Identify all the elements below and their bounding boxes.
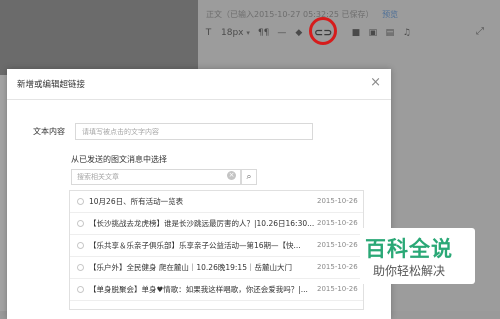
editor-toolbar: T 18px ▾ ¶¶ — ◆ ■ ▣ ▤ ♫: [204, 26, 411, 40]
music-icon[interactable]: ♫: [402, 28, 411, 38]
article-list: 10月26日、所有活动一览表 2015-10-26 【长沙挑战去龙虎榜】谁是长沙…: [69, 190, 364, 310]
watermark-subtitle: 助你轻松解决: [373, 264, 446, 278]
gallery-icon[interactable]: ▤: [385, 28, 395, 38]
chevron-down-icon: ▾: [246, 29, 250, 37]
clear-icon[interactable]: ×: [227, 171, 236, 180]
radio-button[interactable]: [77, 198, 84, 205]
link-text-input[interactable]: 请填写被点击的文字内容: [75, 123, 313, 140]
expand-icon[interactable]: ⤢: [476, 26, 484, 37]
search-button[interactable]: ⌕: [241, 169, 257, 185]
article-date: 2015-10-26: [317, 263, 358, 271]
list-item[interactable]: 【乐户外】全民健身 爬在麓山｜10.26晚19:15｜岳麓山大门 2015-10…: [70, 257, 363, 279]
radio-button[interactable]: [77, 264, 84, 271]
radio-button[interactable]: [77, 286, 84, 293]
status-text: 正文（已输入2015-10-27 05:32:25 已保存）: [206, 10, 374, 19]
article-title: 【乐共享＆乐亲子俱乐部】乐享亲子公益活动—第16期—【快...: [89, 241, 301, 250]
dialog-title: 新增或编辑超链接: [17, 80, 86, 90]
image-icon[interactable]: ▣: [368, 28, 378, 38]
font-size-select[interactable]: 18px ▾: [221, 28, 250, 38]
hyperlink-dialog: 新增或编辑超链接 × 文本内容 请填写被点击的文字内容 从已发送的图文消息中选择…: [7, 69, 391, 319]
font-size-value: 18px: [221, 28, 244, 38]
article-title: 【乐户外】全民健身 爬在麓山｜10.26晚19:15｜岳麓山大门: [89, 263, 292, 272]
eraser-icon[interactable]: ◆: [294, 28, 303, 38]
watermark-title: 百科全说: [365, 237, 453, 261]
editor-status: 正文（已输入2015-10-27 05:32:25 已保存） 预览: [206, 9, 398, 20]
divider-icon[interactable]: —: [277, 28, 286, 38]
article-date: 2015-10-26: [317, 219, 358, 227]
list-item[interactable]: 10月26日、所有活动一览表 2015-10-26: [70, 191, 363, 213]
watermark-logo: 百科全说 助你轻松解决: [360, 228, 475, 284]
search-icon: ⌕: [246, 172, 252, 182]
preview-link[interactable]: 预览: [382, 10, 398, 19]
article-title: 【长沙挑战去龙虎榜】谁是长沙跳远最厉害的人？|10.26日16:30...: [89, 219, 314, 228]
article-title: 【单身脱聚会】单身♥情歌：如果我这样唱歌，你还会爱我吗？|...: [89, 285, 308, 294]
list-item[interactable]: 【长沙挑战去龙虎榜】谁是长沙跳远最厉害的人？|10.26日16:30... 20…: [70, 213, 363, 235]
list-item[interactable]: 【单身脱聚会】单身♥情歌：如果我这样唱歌，你还会爱我吗？|... 2015-10…: [70, 279, 363, 301]
radio-button[interactable]: [77, 242, 84, 249]
highlight-circle: [309, 17, 337, 45]
radio-button[interactable]: [77, 220, 84, 227]
close-icon[interactable]: ×: [370, 76, 381, 89]
text-format-icon[interactable]: T: [204, 28, 213, 38]
article-date: 2015-10-26: [317, 285, 358, 293]
list-item[interactable]: 【乐共享＆乐亲子俱乐部】乐享亲子公益活动—第16期—【快... 2015-10-…: [70, 235, 363, 257]
article-date: 2015-10-26: [317, 241, 358, 249]
dimmed-area: [0, 0, 198, 75]
select-article-label: 从已发送的图文消息中选择: [71, 155, 167, 164]
dialog-header: 新增或编辑超链接 ×: [7, 69, 391, 100]
text-content-label: 文本内容: [33, 127, 65, 136]
article-title: 10月26日、所有活动一览表: [89, 197, 184, 206]
video-icon[interactable]: ■: [351, 28, 361, 38]
article-date: 2015-10-26: [317, 197, 358, 205]
article-search-input[interactable]: 搜索相关文章: [71, 169, 241, 185]
quote-icon[interactable]: ¶¶: [258, 28, 269, 38]
